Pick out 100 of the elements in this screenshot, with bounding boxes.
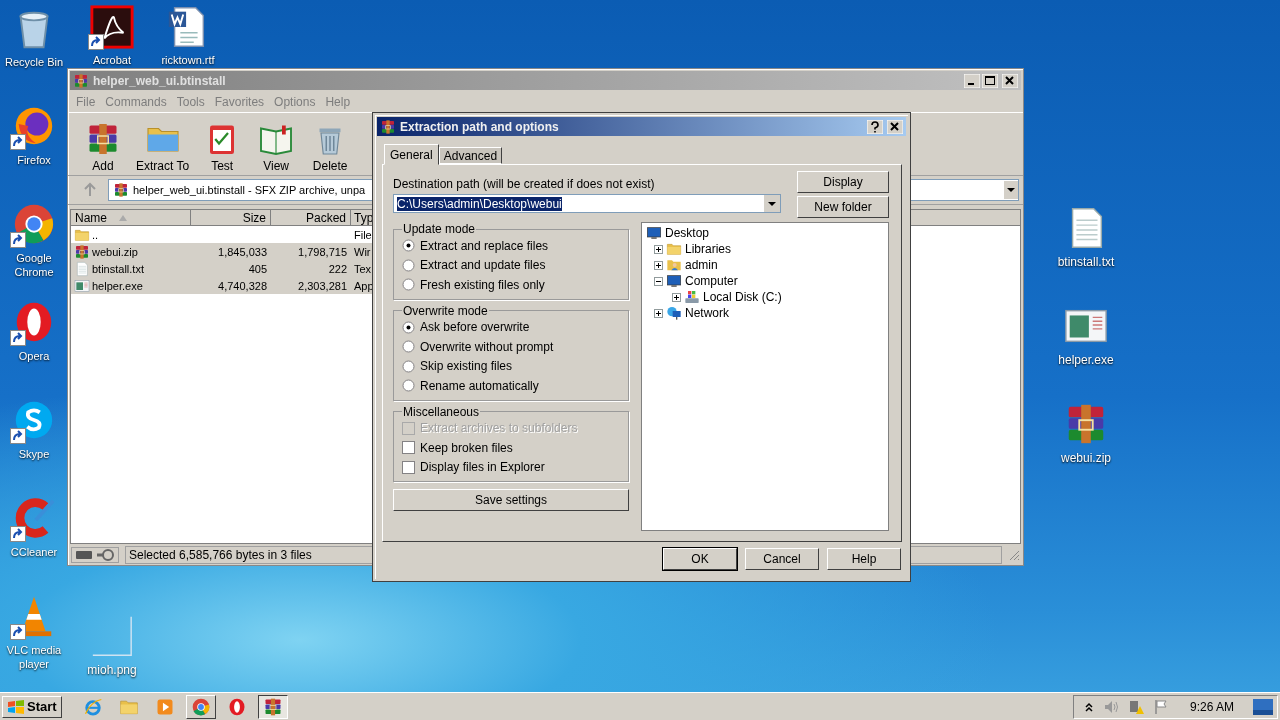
start-button[interactable]: Start	[2, 695, 62, 718]
taskbar-app-button[interactable]	[257, 694, 288, 719]
group-title: Overwrite mode	[402, 303, 489, 318]
option-label[interactable]: Ask before overwrite	[420, 320, 530, 335]
option-label[interactable]: Rename automatically	[420, 378, 539, 393]
computer-icon	[666, 273, 682, 289]
desktop-icon-label[interactable]: btinstall.txt	[1057, 255, 1115, 269]
side-button[interactable]: New folder	[797, 196, 889, 218]
checkbox[interactable]	[402, 460, 415, 474]
desktop-icon-label[interactable]: ricktown.rtf	[161, 53, 215, 67]
toolbar-button[interactable]: View	[251, 121, 302, 173]
sort-ascending-icon	[119, 214, 127, 221]
desktop-icon-label[interactable]: Firefox	[17, 153, 51, 167]
collapse-icon[interactable]	[654, 276, 663, 286]
archive-icon	[73, 72, 89, 89]
radio-button[interactable]	[402, 359, 415, 373]
option-label[interactable]: Display files in Explorer	[420, 460, 545, 475]
column-header[interactable]: Packed	[271, 210, 351, 226]
packed-size: 2,303,281	[298, 279, 347, 292]
option-label[interactable]: Overwrite without prompt	[420, 339, 554, 354]
desktop-icon-label[interactable]: Skype	[18, 447, 50, 461]
dialog-button[interactable]: OK	[663, 548, 737, 570]
archive-icon	[74, 243, 90, 260]
network-warning-icon[interactable]	[1127, 698, 1144, 715]
tree-item[interactable]: Libraries	[685, 242, 732, 256]
clock[interactable]: 9:26 AM	[1189, 699, 1234, 714]
window-title: helper_web_ui.btinstall	[93, 73, 227, 88]
tab[interactable]: Advanced	[438, 147, 503, 164]
file-name: helper.exe	[92, 279, 143, 292]
tree-item[interactable]: Network	[685, 306, 729, 320]
field-label: Destination path (will be created if does not exist)	[393, 177, 656, 191]
help-button[interactable]	[867, 119, 883, 134]
column-header[interactable]: Size	[191, 210, 271, 226]
desktop-icon-label[interactable]: webui.zip	[1061, 451, 1111, 465]
desktop-icon-label[interactable]: Acrobat	[93, 53, 131, 67]
destination-path-field[interactable]: C:\Users\admin\Desktop\webui	[393, 194, 781, 213]
tree-item[interactable]: Local Disk (C:)	[703, 290, 782, 304]
packed-size: 1,798,715	[298, 245, 347, 258]
text-file-icon	[74, 260, 90, 277]
checkbox[interactable]	[402, 441, 415, 455]
dialog-button[interactable]: Help	[827, 548, 901, 570]
monitor-icon	[646, 225, 662, 241]
dialog-button[interactable]: Cancel	[745, 548, 819, 570]
close-button[interactable]	[887, 119, 903, 134]
program-window-icon	[74, 277, 90, 294]
globe-icon	[666, 305, 682, 321]
radio-button[interactable]	[402, 258, 415, 272]
flag-icon[interactable]	[1152, 698, 1169, 715]
radio-button[interactable]	[402, 239, 415, 253]
side-button[interactable]: Display	[797, 171, 889, 193]
radio-button[interactable]	[402, 379, 415, 393]
browser-icon	[190, 696, 211, 717]
desktop-icon-label[interactable]: Google Chrome	[2, 251, 66, 279]
tree-item[interactable]: Desktop	[665, 226, 710, 240]
windows-flag-icon	[7, 698, 25, 715]
folder-icon	[666, 241, 682, 257]
toolbar-button[interactable]: Add	[78, 121, 128, 173]
packed-size: 222	[328, 262, 347, 275]
group-title: Update mode	[402, 222, 477, 236]
archive-icon	[113, 182, 129, 198]
file-type: Wir	[354, 245, 371, 258]
file-type: File	[354, 228, 372, 241]
option-label[interactable]: Skip existing files	[420, 359, 513, 374]
column-header[interactable]: Name	[71, 210, 191, 226]
radio-button[interactable]	[402, 278, 415, 292]
tab[interactable]: General	[384, 144, 439, 165]
show-desktop-button[interactable]	[1253, 698, 1273, 715]
file-name: webui.zip	[92, 245, 138, 258]
radio-button[interactable]	[402, 320, 415, 334]
drive-icon	[76, 551, 92, 559]
group-title: Miscellaneous	[402, 404, 481, 419]
expand-icon[interactable]	[654, 260, 663, 270]
file-size: 4,740,328	[218, 279, 267, 292]
key-icon	[96, 549, 114, 561]
file-type: Tex	[354, 262, 372, 275]
expand-icon[interactable]	[672, 292, 681, 302]
browser-icon	[82, 696, 103, 717]
tree-item[interactable]: admin	[685, 258, 718, 272]
save-settings-button[interactable]: Save settings	[393, 489, 629, 511]
show-hidden-icons-icon[interactable]	[1083, 701, 1094, 712]
desktop-icon-label[interactable]: Opera	[18, 349, 50, 363]
file-name: ..	[92, 228, 99, 241]
option-label[interactable]: Keep broken files	[420, 440, 513, 455]
desktop-icon-label[interactable]: Recycle Bin	[4, 55, 64, 69]
resize-grip-icon[interactable]	[1008, 549, 1020, 561]
radio-button[interactable]	[402, 340, 415, 354]
toolbar-button[interactable]: Test	[197, 121, 248, 173]
toolbar-button[interactable]: Extract To	[132, 121, 194, 173]
dialog-title: Extraction path and options	[400, 119, 560, 134]
archive-icon	[380, 118, 396, 135]
file-size: 1,845,033	[218, 245, 267, 258]
toolbar-button[interactable]: Delete	[305, 121, 356, 173]
drive-icon	[684, 289, 700, 305]
expand-icon[interactable]	[654, 244, 663, 254]
user-folder-icon	[666, 257, 682, 273]
file-size: 405	[248, 262, 267, 275]
tree-item[interactable]: Computer	[685, 274, 738, 288]
desktop-icon-label[interactable]: helper.exe	[1058, 353, 1114, 367]
file-name: btinstall.txt	[92, 262, 144, 275]
expand-icon[interactable]	[654, 308, 663, 318]
